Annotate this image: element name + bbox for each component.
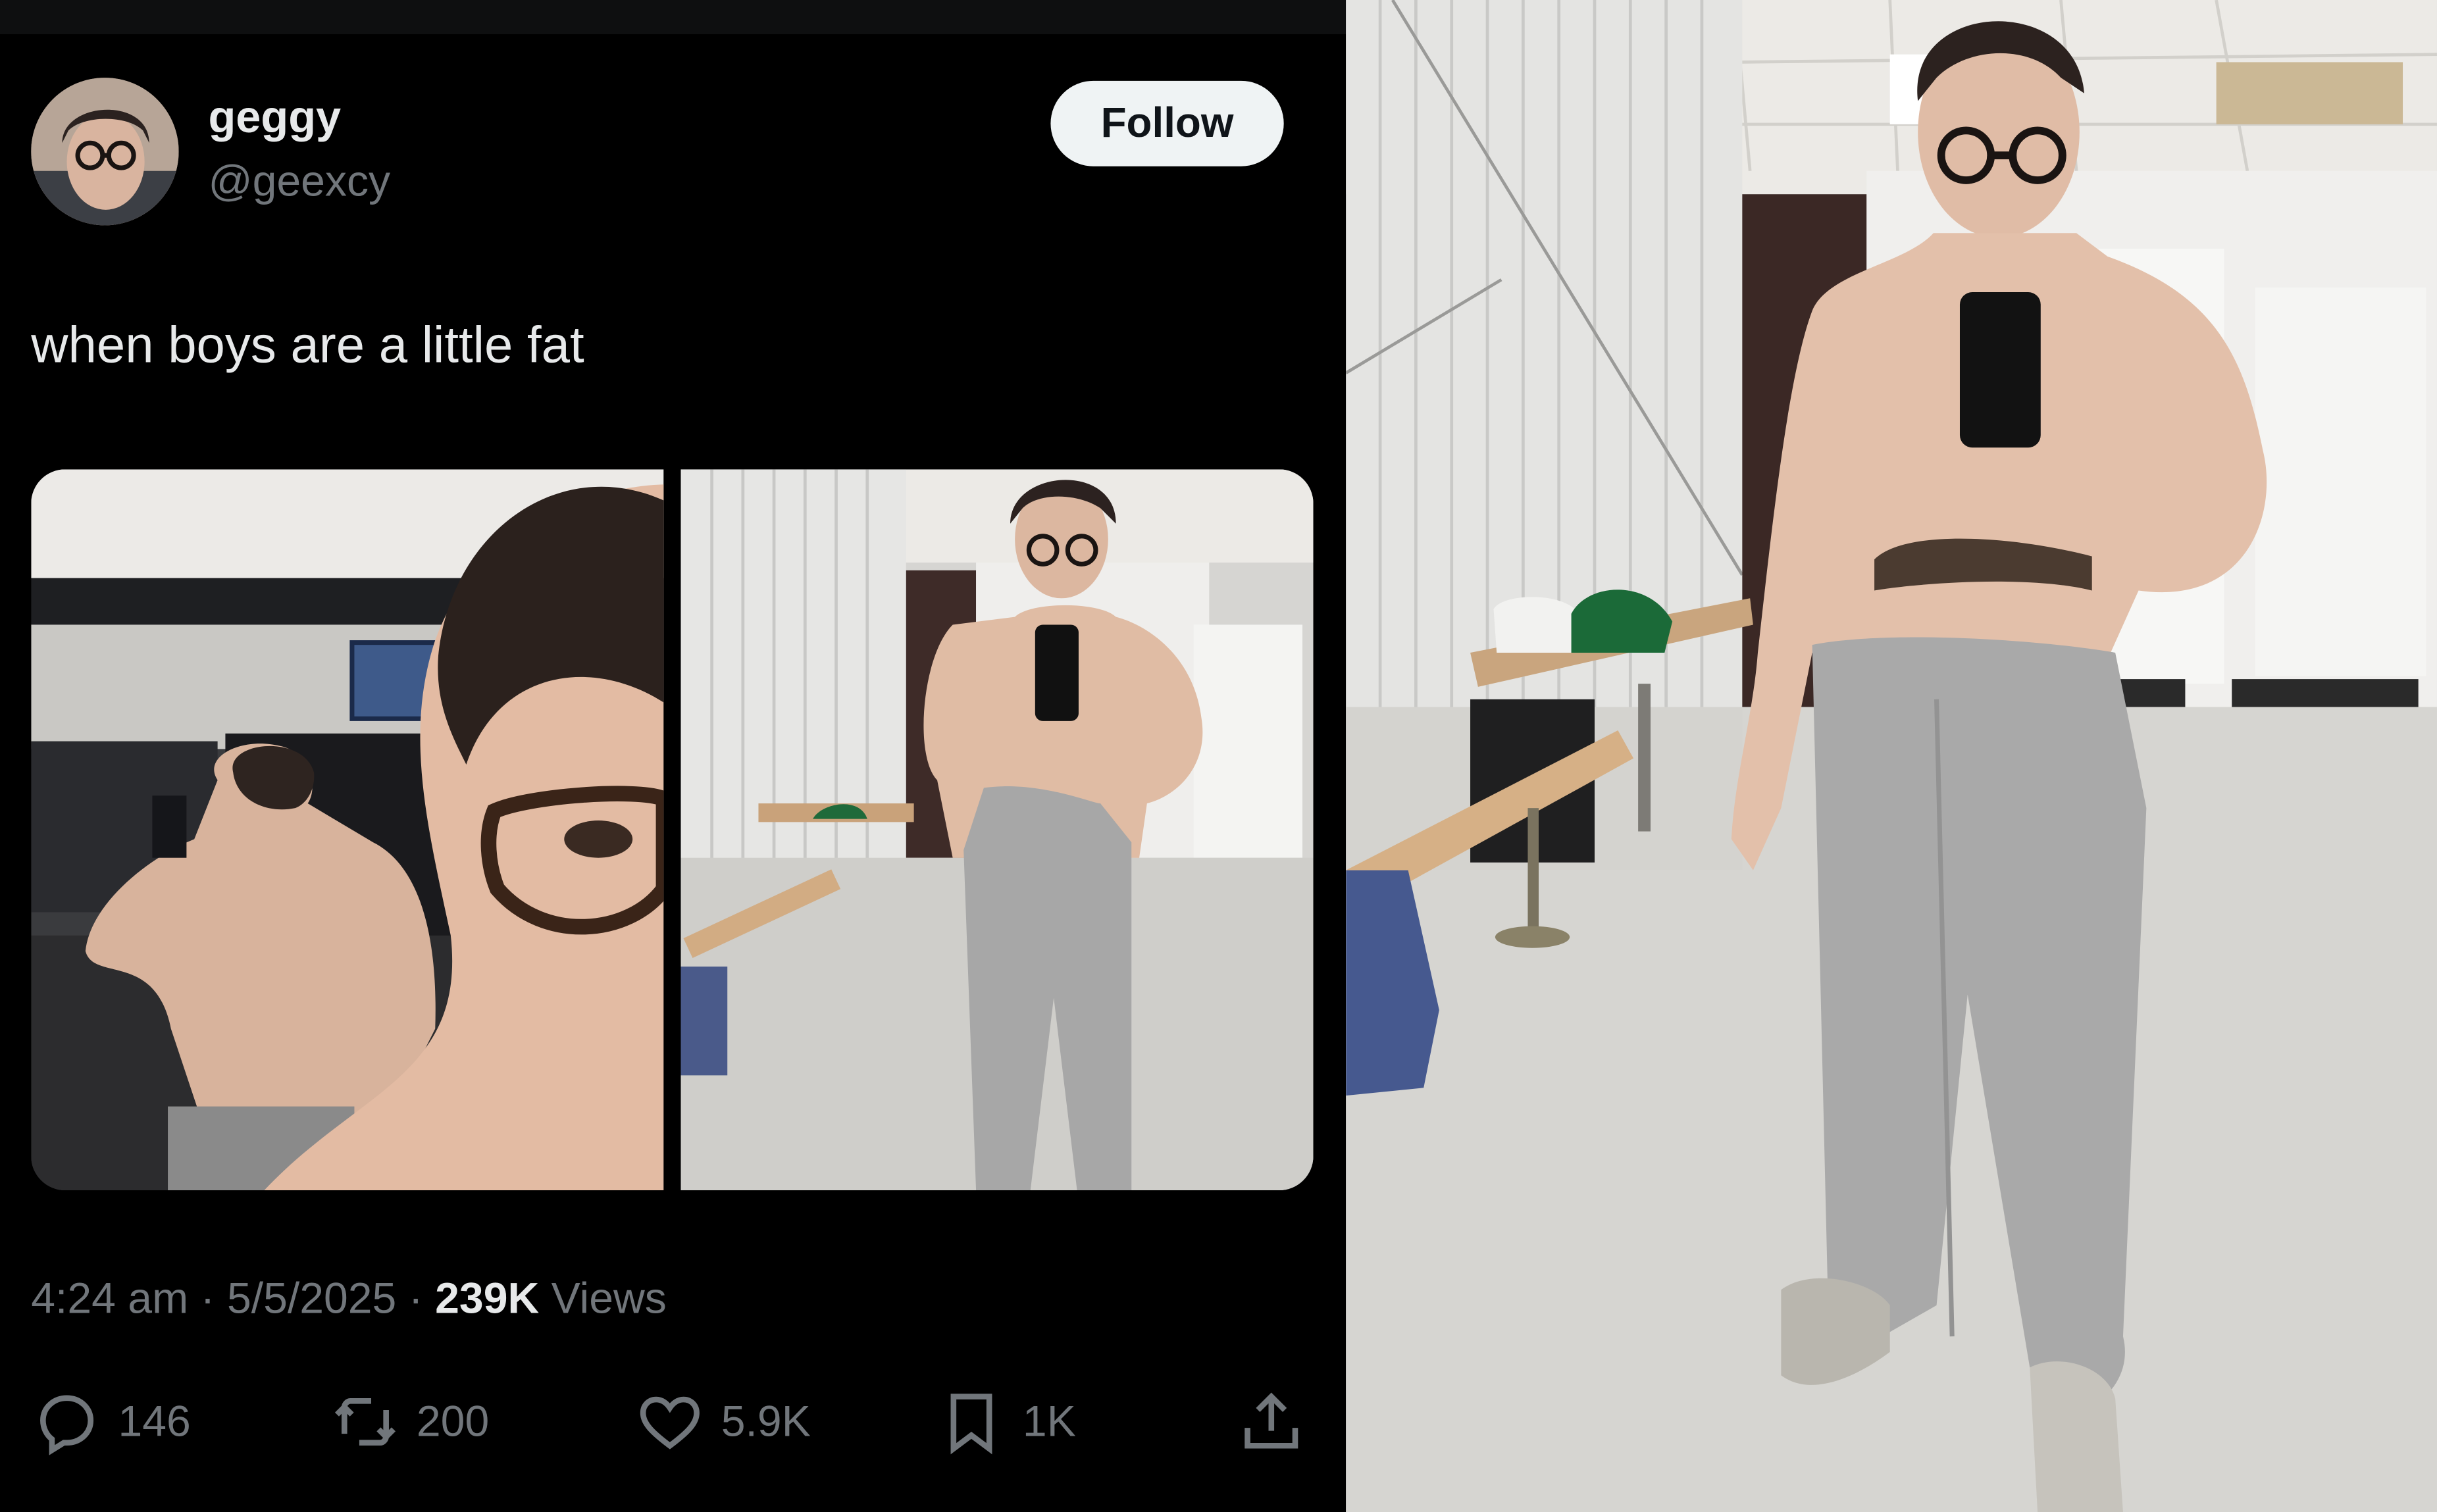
avatar[interactable] [31,78,179,226]
meta-separator: · [396,1274,436,1323]
tweet-card: geggy @geexcy Follow when boys are a lit… [0,0,1347,1512]
avatar-image [31,78,179,226]
enlarged-photo[interactable] [1346,0,2437,1512]
photo-1-image [31,469,664,1191]
author-handle[interactable]: @geexcy [208,157,390,207]
like-icon [640,1396,700,1449]
author-name[interactable]: geggy [208,93,341,145]
like-button[interactable]: 5.9K [634,1375,811,1469]
tweet-photo-1[interactable] [31,469,664,1191]
bookmark-button[interactable]: 1K [936,1375,1076,1469]
tweet-photo-2[interactable] [680,469,1314,1191]
tweet-text: when boys are a little fat [31,315,584,373]
retweet-icon [334,1398,396,1446]
reply-button[interactable]: 146 [31,1375,191,1469]
bookmark-count: 1K [1022,1397,1076,1446]
media-grid [31,469,1314,1191]
photo-2-image [680,469,1314,1191]
reply-icon [40,1395,94,1455]
bookmark-icon [950,1394,992,1455]
enlarged-photo-image [1346,0,2437,1512]
top-bar [0,0,1347,34]
screenshot-canvas: geggy @geexcy Follow when boys are a lit… [0,0,2437,1512]
tweet-date: 5/5/2025 [226,1274,397,1323]
views-label: Views [539,1274,667,1323]
share-button[interactable] [1235,1375,1307,1469]
tweet-meta: 4:24 am · 5/5/2025 · 239K Views [31,1274,667,1324]
reply-count: 146 [118,1397,191,1446]
share-icon [1244,1392,1298,1449]
meta-separator: · [188,1274,227,1323]
views-count: 239K [435,1274,540,1323]
like-count: 5.9K [721,1397,811,1446]
follow-button[interactable]: Follow [1050,80,1284,166]
action-bar: 146 200 5.9K 1K [0,1375,1346,1469]
retweet-count: 200 [416,1397,490,1446]
tweet-time: 4:24 am [31,1274,189,1323]
retweet-button[interactable]: 200 [330,1375,490,1469]
